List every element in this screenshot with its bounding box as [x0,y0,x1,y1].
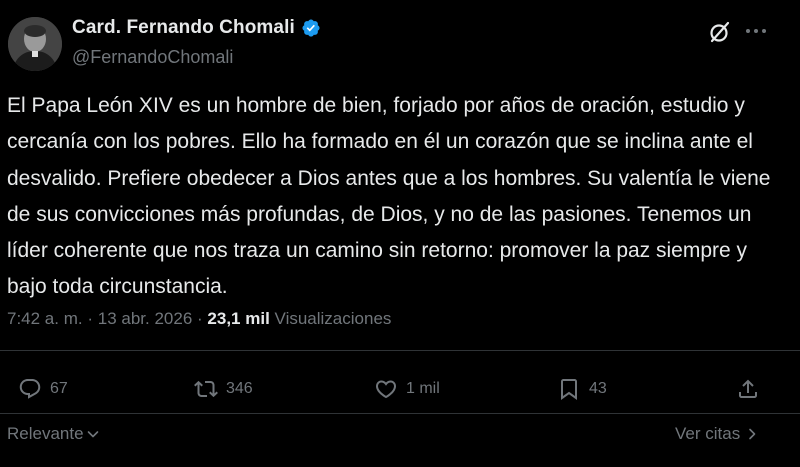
view-quotes-link[interactable]: Ver citas [675,424,758,444]
retweet-button[interactable]: 346 [194,374,253,404]
retweet-count: 346 [226,380,253,397]
meta-separator: · [87,309,94,328]
avatar-image [8,17,62,71]
tweet-meta: 7:42 a. m. · 13 abr. 2026 · 23,1 mil Vis… [7,309,391,329]
views-count[interactable]: 23,1 mil [207,309,269,328]
more-options-button[interactable] [743,20,769,42]
avatar[interactable] [8,17,62,71]
views-label[interactable]: Visualizaciones [275,309,392,328]
bookmark-button[interactable]: 43 [557,374,607,404]
sort-label: Relevante [7,424,84,443]
view-quotes-label: Ver citas [675,424,741,443]
like-count: 1 mil [406,380,440,397]
verified-badge-icon[interactable] [301,18,321,38]
divider [0,413,800,414]
reply-count: 67 [50,380,68,397]
divider [0,350,800,351]
reply-icon [19,379,41,399]
meta-separator: · [197,309,203,328]
retweet-icon [194,380,218,398]
bookmark-icon [561,379,577,400]
bookmark-count: 43 [589,380,607,397]
author-name-row: Card. Fernando Chomali [72,17,321,39]
author-name[interactable]: Card. Fernando Chomali [72,17,295,39]
tweet-time[interactable]: 7:42 a. m. [7,309,83,328]
sort-dropdown[interactable]: Relevante [7,424,100,444]
chevron-down-icon [87,431,98,438]
like-icon [375,380,397,399]
grok-button[interactable] [706,18,734,46]
share-button[interactable] [736,374,760,404]
reply-button[interactable]: 67 [18,374,68,404]
tweet-text: El Papa León XIV es un hombre de bien, f… [7,94,771,299]
grok-icon [710,21,730,43]
tweet-date[interactable]: 13 abr. 2026 [98,309,193,328]
chevron-right-icon [749,428,756,440]
author-handle[interactable]: @FernandoChomali [72,47,233,68]
more-options-icon [746,29,766,33]
share-icon [739,379,757,398]
like-button[interactable]: 1 mil [374,374,440,404]
